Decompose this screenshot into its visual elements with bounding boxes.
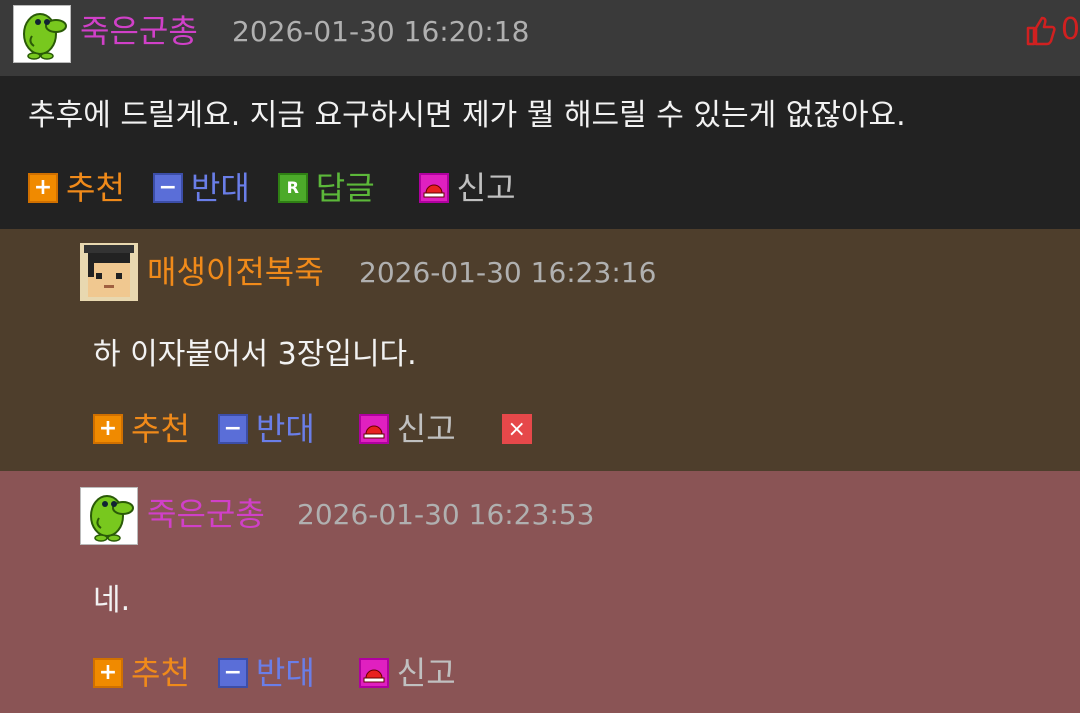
report-button[interactable]: 신고 — [358, 653, 456, 693]
oppose-label: 반대 — [255, 654, 315, 692]
reply-icon: R — [277, 173, 308, 203]
report-label: 신고 — [396, 410, 456, 448]
report-button[interactable]: 신고 — [358, 409, 456, 449]
comment-actions: + 추천 − 반대 신고 — [93, 653, 484, 693]
comment-header: 죽은군총 2026-01-30 16:20:18 0 — [0, 0, 1080, 76]
like-count: 0 — [1060, 12, 1080, 47]
recommend-button[interactable]: + 추천 — [93, 653, 190, 693]
comment-3: 죽은군총 2026-01-30 16:23:53 네. + 추천 − 반대 신고 — [0, 471, 1080, 713]
green-creature-icon — [14, 6, 70, 62]
oppose-button[interactable]: − 반대 — [152, 168, 250, 208]
plus-icon: + — [93, 414, 123, 444]
minus-icon: − — [152, 173, 183, 203]
nickname[interactable]: 죽은군총 — [80, 11, 198, 51]
thumbs-up-icon[interactable] — [1025, 14, 1057, 46]
comment-actions: + 추천 − 반대 신고 × — [93, 409, 532, 449]
oppose-label: 반대 — [190, 169, 250, 207]
avatar[interactable] — [80, 487, 138, 545]
siren-icon — [358, 414, 389, 444]
nickname[interactable]: 죽은군총 — [147, 494, 265, 534]
oppose-button[interactable]: − 반대 — [217, 409, 315, 449]
plus-icon: + — [93, 658, 123, 688]
minus-icon: − — [217, 414, 248, 444]
recommend-button[interactable]: + 추천 — [28, 168, 125, 208]
timestamp: 2026-01-30 16:23:53 — [297, 498, 595, 531]
recommend-label: 추천 — [131, 654, 190, 692]
like-counter[interactable]: 0 — [1025, 10, 1080, 50]
avatar[interactable] — [80, 243, 138, 301]
recommend-button[interactable]: + 추천 — [93, 409, 190, 449]
comment-1: 죽은군총 2026-01-30 16:20:18 0 추후에 드릴게요. 지금 … — [0, 0, 1080, 229]
timestamp: 2026-01-30 16:23:16 — [359, 256, 657, 289]
nickname[interactable]: 매생이전복죽 — [147, 252, 324, 292]
comment-text: 추후에 드릴게요. 지금 요구하시면 제가 뭘 해드릴 수 있는게 없잖아요. — [28, 98, 906, 133]
siren-shape — [363, 425, 385, 439]
green-creature-icon — [81, 488, 137, 544]
report-button[interactable]: 신고 — [418, 168, 516, 208]
recommend-label: 추천 — [131, 410, 190, 448]
timestamp: 2026-01-30 16:20:18 — [232, 15, 530, 48]
report-label: 신고 — [396, 654, 456, 692]
minus-icon: − — [217, 658, 248, 688]
oppose-label: 반대 — [255, 410, 315, 448]
comment-text: 하 이자붙어서 3장입니다. — [93, 337, 417, 372]
reply-button[interactable]: R 답글 — [277, 168, 375, 208]
plus-icon: + — [28, 173, 58, 203]
siren-icon — [418, 173, 449, 203]
siren-icon — [358, 658, 389, 688]
oppose-button[interactable]: − 반대 — [217, 653, 315, 693]
siren-shape — [363, 669, 385, 683]
siren-shape — [423, 184, 445, 198]
comment-actions: + 추천 − 반대 R 답글 신고 — [28, 168, 544, 208]
graduate-character-icon — [80, 243, 138, 301]
comment-text: 네. — [93, 583, 131, 618]
report-label: 신고 — [456, 169, 516, 207]
close-icon[interactable]: × — [501, 414, 532, 444]
avatar[interactable] — [13, 5, 71, 63]
comment-2: 매생이전복죽 2026-01-30 16:23:16 하 이자붙어서 3장입니다… — [0, 229, 1080, 471]
recommend-label: 추천 — [66, 169, 125, 207]
reply-label: 답글 — [315, 169, 375, 207]
